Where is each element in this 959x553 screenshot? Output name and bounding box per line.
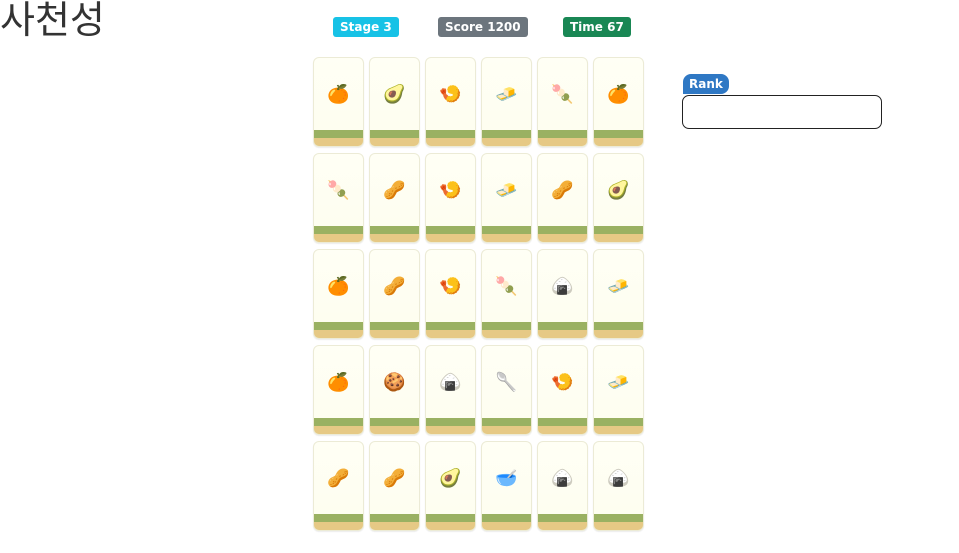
tile[interactable]: 🧈 <box>481 153 532 243</box>
tile[interactable]: 🧈 <box>593 345 644 435</box>
avocado-icon: 🥑 <box>607 180 630 201</box>
shrimp-icon: 🍤 <box>439 180 462 201</box>
orange-icon: 🍊 <box>327 84 350 105</box>
tile[interactable]: 🥜 <box>313 441 364 531</box>
rice-ball-icon: 🍙 <box>607 468 630 489</box>
shrimp-icon: 🍤 <box>551 372 574 393</box>
orange-icon: 🍊 <box>327 276 350 297</box>
page-title: 사천성 <box>0 0 105 42</box>
spoon-icon: 🥄 <box>495 372 518 393</box>
butter-icon: 🧈 <box>607 372 630 393</box>
shrimp-icon: 🍤 <box>439 276 462 297</box>
tile[interactable]: 🧈 <box>593 249 644 339</box>
rice-ball-icon: 🍙 <box>551 468 574 489</box>
tile[interactable]: 🥑 <box>369 57 420 147</box>
tile[interactable]: 🍡 <box>537 57 588 147</box>
bowl-icon: 🥣 <box>495 468 518 489</box>
tile[interactable]: 🍊 <box>313 57 364 147</box>
tile[interactable]: 🍪 <box>369 345 420 435</box>
tile[interactable]: 🥜 <box>369 153 420 243</box>
dango-icon: 🍡 <box>495 276 518 297</box>
dango-icon: 🍡 <box>551 84 574 105</box>
tile[interactable]: 🍙 <box>537 249 588 339</box>
tile[interactable]: 🥣 <box>481 441 532 531</box>
tile[interactable]: 🍤 <box>425 57 476 147</box>
tile[interactable]: 🍡 <box>313 153 364 243</box>
game-board: 🍊 🥑 🍤 🧈 🍡 🍊 🍡 🥜 🍤 🧈 🥜 🥑 🍊 🥜 🍤 🍡 🍙 🧈 🍊 🍪 🍙 🥄 🍤 🧈 🥜 🥜 🥑 🥣 🍙 🍙 <box>313 57 644 531</box>
cookie-icon: 🍪 <box>383 372 406 393</box>
butter-icon: 🧈 <box>495 84 518 105</box>
rank-label: Rank <box>683 74 729 94</box>
peanuts-icon: 🥜 <box>551 180 574 201</box>
avocado-icon: 🥑 <box>439 468 462 489</box>
tile[interactable]: 🍡 <box>481 249 532 339</box>
rank-display <box>682 95 882 129</box>
peanuts-icon: 🥜 <box>327 468 350 489</box>
butter-icon: 🧈 <box>607 276 630 297</box>
tile[interactable]: 🍤 <box>425 249 476 339</box>
peanuts-icon: 🥜 <box>383 468 406 489</box>
tile[interactable]: 🥜 <box>369 249 420 339</box>
tile[interactable]: 🍙 <box>537 441 588 531</box>
tile[interactable]: 🥄 <box>481 345 532 435</box>
orange-icon: 🍊 <box>607 84 630 105</box>
tile[interactable]: 🍊 <box>593 57 644 147</box>
shrimp-icon: 🍤 <box>439 84 462 105</box>
tile[interactable]: 🍙 <box>425 345 476 435</box>
tile[interactable]: 🍙 <box>593 441 644 531</box>
tile[interactable]: 🥑 <box>425 441 476 531</box>
tile[interactable]: 🍊 <box>313 345 364 435</box>
tile[interactable]: 🥜 <box>369 441 420 531</box>
tile[interactable]: 🍊 <box>313 249 364 339</box>
tile[interactable]: 🍤 <box>425 153 476 243</box>
peanuts-icon: 🥜 <box>383 180 406 201</box>
orange-icon: 🍊 <box>327 372 350 393</box>
stage-badge: Stage 3 <box>333 17 399 37</box>
tile[interactable]: 🧈 <box>481 57 532 147</box>
rice-ball-icon: 🍙 <box>551 276 574 297</box>
tile[interactable]: 🥜 <box>537 153 588 243</box>
peanuts-icon: 🥜 <box>383 276 406 297</box>
time-badge: Time 67 <box>563 17 631 37</box>
dango-icon: 🍡 <box>327 180 350 201</box>
tile[interactable]: 🥑 <box>593 153 644 243</box>
avocado-icon: 🥑 <box>383 84 406 105</box>
rice-ball-icon: 🍙 <box>439 372 462 393</box>
tile[interactable]: 🍤 <box>537 345 588 435</box>
score-badge: Score 1200 <box>438 17 528 37</box>
butter-icon: 🧈 <box>495 180 518 201</box>
